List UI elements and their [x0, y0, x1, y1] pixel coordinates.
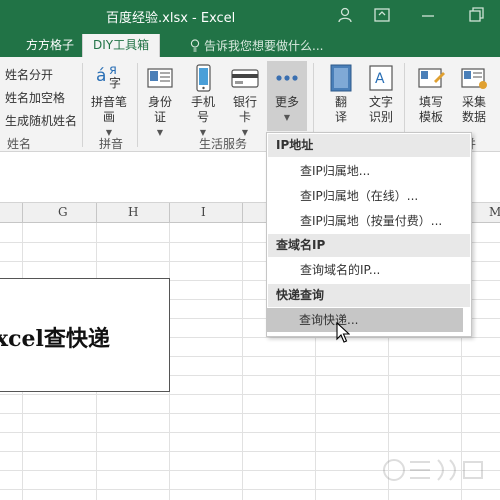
tell-me-search[interactable]: 告诉我您想要做什么... — [190, 37, 323, 54]
template-icon — [416, 63, 446, 93]
title-bar: 百度经验.xlsx - Excel — [0, 0, 500, 33]
phone-icon — [188, 63, 218, 93]
mouse-cursor-icon — [336, 322, 350, 343]
account-icon[interactable] — [336, 6, 354, 24]
name-group-label: 姓名 — [7, 137, 32, 151]
lightbulb-icon — [190, 39, 200, 52]
ribbon-display-icon[interactable] — [373, 6, 391, 24]
menu-item-ip-lookup[interactable]: 查IP归属地... — [268, 159, 470, 183]
excel-window: 百度经验.xlsx - Excel 方方格子 DIY工具箱 告诉我您想要做什么.… — [0, 0, 500, 500]
more-dots-icon — [272, 63, 302, 93]
phone-number-button[interactable]: 手机 号 ▼ — [184, 61, 222, 140]
minimize-icon[interactable] — [419, 6, 437, 24]
id-card-icon — [145, 63, 175, 93]
tell-me-text: 告诉我您想要做什么... — [204, 39, 324, 53]
watermark-logo-icon — [383, 459, 483, 481]
menu-section-express: 快递查询 — [268, 284, 470, 307]
bank-card-button[interactable]: 银行 卡 ▼ — [226, 61, 264, 140]
column-header-h[interactable]: H — [128, 205, 138, 219]
collect-data-button[interactable]: 采集 数据 — [455, 61, 493, 125]
bank-card-icon — [230, 63, 260, 93]
column-header-i[interactable]: I — [201, 205, 206, 219]
translate-icon — [326, 63, 356, 93]
tab-fangfang-gezi[interactable]: 方方格子 — [16, 34, 84, 57]
ribbon-tabs: 方方格子 DIY工具箱 告诉我您想要做什么... — [0, 33, 500, 57]
menu-section-domain-ip: 查域名IP — [268, 234, 470, 257]
collect-data-icon — [459, 63, 489, 93]
column-header-g[interactable]: G — [58, 205, 68, 219]
tab-diy-toolbox[interactable]: DIY工具箱 — [82, 34, 161, 57]
name-add-space-button[interactable]: 姓名加空格 — [5, 89, 65, 106]
menu-item-ip-lookup-paid[interactable]: 查IP归属地（按量付费）... — [268, 209, 470, 233]
restore-icon[interactable] — [467, 6, 485, 24]
fill-template-button[interactable]: 填写 模板 — [412, 61, 450, 125]
random-name-button[interactable]: 生成随机姓名 — [5, 112, 77, 129]
chevron-down-icon: ▼ — [283, 113, 291, 122]
chevron-down-icon: ▼ — [156, 128, 164, 137]
sheet-textbox[interactable]: xcel查快递 — [0, 278, 170, 392]
textbox-text: xcel查快递 — [0, 326, 110, 352]
split-name-button[interactable]: 姓名分开 — [5, 66, 53, 83]
translate-button[interactable]: 翻 译 — [322, 61, 360, 125]
id-card-button[interactable]: 身份 证 ▼ — [141, 61, 179, 140]
group-separator — [137, 63, 138, 147]
more-button[interactable]: 更多 ▼ — [267, 61, 307, 131]
svg-text:A: A — [375, 71, 385, 87]
text-recognition-button[interactable]: A 文字 识别 — [362, 61, 400, 125]
group-separator — [82, 63, 83, 147]
ocr-icon: A — [366, 63, 396, 93]
pinyin-icon: á я 字 — [96, 63, 122, 90]
menu-item-ip-lookup-online[interactable]: 查IP归属地（在线）... — [268, 184, 470, 208]
column-header-m[interactable]: M — [489, 205, 500, 219]
pinyin-group-label: 拼音 — [99, 137, 124, 151]
pinyin-brush-button[interactable]: á я 字 拼音笔 画 ▼ — [86, 61, 132, 140]
window-title: 百度经验.xlsx - Excel — [106, 11, 236, 26]
menu-section-ip: IP地址 — [268, 134, 470, 157]
menu-item-domain-ip[interactable]: 查询域名的IP... — [268, 258, 470, 282]
more-dropdown-menu: IP地址 查IP归属地... 查IP归属地（在线）... 查IP归属地（按量付费… — [266, 132, 472, 337]
menu-item-express-query[interactable]: 查询快递... — [267, 308, 463, 332]
life-services-group-label: 生活服务 — [199, 137, 248, 151]
